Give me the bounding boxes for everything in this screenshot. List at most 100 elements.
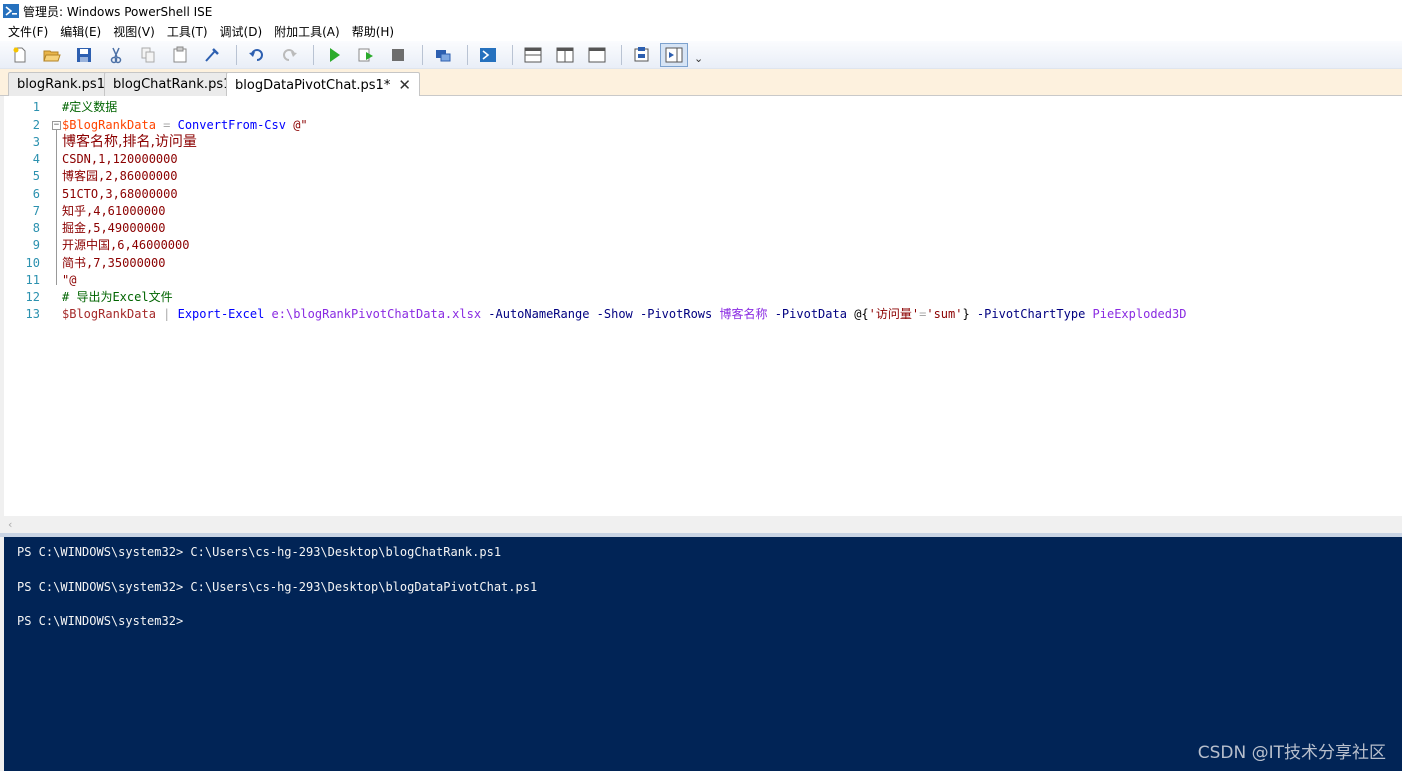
- redo-button[interactable]: [275, 43, 303, 67]
- console-line: PS C:\WINDOWS\system32>: [17, 614, 184, 628]
- tab-label: blogRank.ps1: [17, 77, 105, 92]
- save-button[interactable]: [70, 43, 98, 67]
- line-number: 12: [25, 290, 40, 304]
- tab-blogchatrank[interactable]: blogChatRank.ps1: [104, 72, 241, 96]
- line-number: 6: [32, 187, 40, 201]
- undo-button[interactable]: [243, 43, 271, 67]
- tab-blogrank[interactable]: blogRank.ps1: [8, 72, 114, 96]
- menu-help[interactable]: 帮助(H): [346, 23, 400, 40]
- code-text: 51CTO,3,68000000: [62, 187, 178, 201]
- show-script-maximized-icon: [588, 47, 606, 62]
- new-file-button[interactable]: [6, 43, 34, 67]
- show-script-right-button[interactable]: [551, 43, 579, 67]
- cut-button[interactable]: [102, 43, 130, 67]
- code-line: 6 51CTO,3,68000000: [4, 186, 1402, 203]
- copy-button[interactable]: [134, 43, 162, 67]
- start-powershell-button[interactable]: [474, 43, 502, 67]
- console-pane[interactable]: PS C:\WINDOWS\system32> C:\Users\cs-hg-2…: [4, 537, 1402, 771]
- console-line: PS C:\WINDOWS\system32> C:\Users\cs-hg-2…: [17, 545, 502, 559]
- paste-icon: [173, 46, 187, 62]
- toolbar-separator: [621, 44, 622, 65]
- toolbar: ⌄: [0, 41, 1402, 69]
- scroll-left-icon[interactable]: ‹: [8, 518, 12, 531]
- string-token: '访问量': [868, 307, 920, 321]
- tab-blogdatapivotchat[interactable]: blogDataPivotChat.ps1* ✕: [226, 72, 420, 97]
- show-script-maximized-button[interactable]: [583, 43, 611, 67]
- menu-view[interactable]: 视图(V): [107, 23, 161, 40]
- close-tab-icon[interactable]: ✕: [398, 76, 411, 94]
- open-file-button[interactable]: [38, 43, 66, 67]
- save-icon: [77, 47, 91, 62]
- argument-token: 博客名称: [712, 307, 768, 321]
- undo-icon: [249, 48, 263, 61]
- code-line: 4 CSDN,1,120000000: [4, 151, 1402, 168]
- menu-debug[interactable]: 调试(D): [214, 23, 269, 40]
- menu-tools[interactable]: 工具(T): [161, 23, 214, 40]
- code-text: $BlogRankData | Export-Excel e:\blogRank…: [62, 306, 1186, 323]
- code-line: 1 #定义数据: [4, 99, 1402, 116]
- run-selection-icon: [358, 48, 373, 61]
- stop-button[interactable]: [384, 43, 412, 67]
- toolbar-overflow-icon[interactable]: ⌄: [694, 52, 703, 65]
- operator-token: @{: [846, 307, 869, 321]
- command-token: ConvertFrom-Csv: [177, 118, 286, 132]
- string-token: 'sum': [926, 307, 963, 321]
- line-number: 11: [25, 273, 40, 287]
- parameter-token: -PivotChartType: [969, 307, 1086, 321]
- code-line: 12 # 导出为Excel文件: [4, 289, 1402, 306]
- show-command-window-button[interactable]: [628, 43, 656, 67]
- open-file-icon: [43, 50, 61, 61]
- remote-powershell-icon: [436, 49, 451, 61]
- code-text: 掘金,5,49000000: [62, 221, 166, 235]
- line-number: 7: [32, 204, 40, 218]
- cut-icon: [110, 47, 122, 63]
- toolbar-separator: [422, 44, 423, 65]
- code-text: 简书,7,35000000: [62, 256, 166, 270]
- code-text: 博客名称,排名,访问量: [62, 134, 197, 150]
- line-number: 9: [32, 238, 40, 252]
- menu-add-ons[interactable]: 附加工具(A): [268, 23, 346, 40]
- powershell-ise-app-icon: [3, 4, 19, 18]
- paste-button[interactable]: [166, 43, 194, 67]
- code-text: CSDN,1,120000000: [62, 152, 178, 166]
- toolbar-separator: [236, 44, 237, 65]
- code-text: #定义数据: [62, 100, 118, 114]
- run-selection-button[interactable]: [352, 43, 380, 67]
- line-number: 2: [32, 118, 40, 132]
- code-line: 5 博客园,2,86000000: [4, 168, 1402, 185]
- remote-powershell-button[interactable]: [429, 43, 457, 67]
- line-number: 5: [32, 169, 40, 183]
- code-text: 博客园,2,86000000: [62, 169, 178, 183]
- menu-edit[interactable]: 编辑(E): [54, 23, 107, 40]
- show-command-window-icon: [634, 46, 649, 61]
- code-line: 3 博客名称,排名,访问量: [4, 134, 1402, 151]
- tab-label: blogChatRank.ps1: [113, 77, 232, 92]
- new-file-icon: [13, 47, 26, 62]
- operator-token: }: [962, 307, 970, 321]
- watermark: CSDN @IT技术分享社区: [1197, 743, 1386, 763]
- string-token: @": [285, 118, 308, 132]
- show-command-addon-button[interactable]: [660, 42, 688, 67]
- show-script-top-button[interactable]: [519, 43, 547, 67]
- line-number: 1: [32, 100, 40, 114]
- toolbar-separator: [512, 44, 513, 65]
- line-number: 10: [25, 256, 40, 270]
- show-command-addon-icon: [665, 47, 683, 62]
- redo-icon: [283, 48, 297, 61]
- code-line: 11 "@: [4, 272, 1402, 289]
- menu-file[interactable]: 文件(F): [2, 23, 54, 40]
- powershell-console-icon: [480, 47, 496, 62]
- line-number: 4: [32, 152, 40, 166]
- clear-console-button[interactable]: [198, 43, 226, 67]
- script-tab-strip: blogRank.ps1 blogChatRank.ps1 blogDataPi…: [0, 69, 1402, 97]
- code-text: 开源中国,6,46000000: [62, 238, 190, 252]
- stop-icon: [392, 48, 404, 61]
- editor-horizontal-scrollbar[interactable]: ‹: [4, 516, 1402, 533]
- code-text: # 导出为Excel文件: [62, 290, 173, 304]
- fold-toggle-icon[interactable]: −: [52, 121, 61, 130]
- code-line: 10 简书,7,35000000: [4, 255, 1402, 272]
- argument-token: e:\blogRankPivotChatData.xlsx: [264, 307, 482, 321]
- clear-icon: [205, 47, 219, 62]
- script-editor[interactable]: 1 #定义数据 2 − $BlogRankData = ConvertFrom-…: [4, 96, 1402, 516]
- run-script-button[interactable]: [320, 43, 348, 67]
